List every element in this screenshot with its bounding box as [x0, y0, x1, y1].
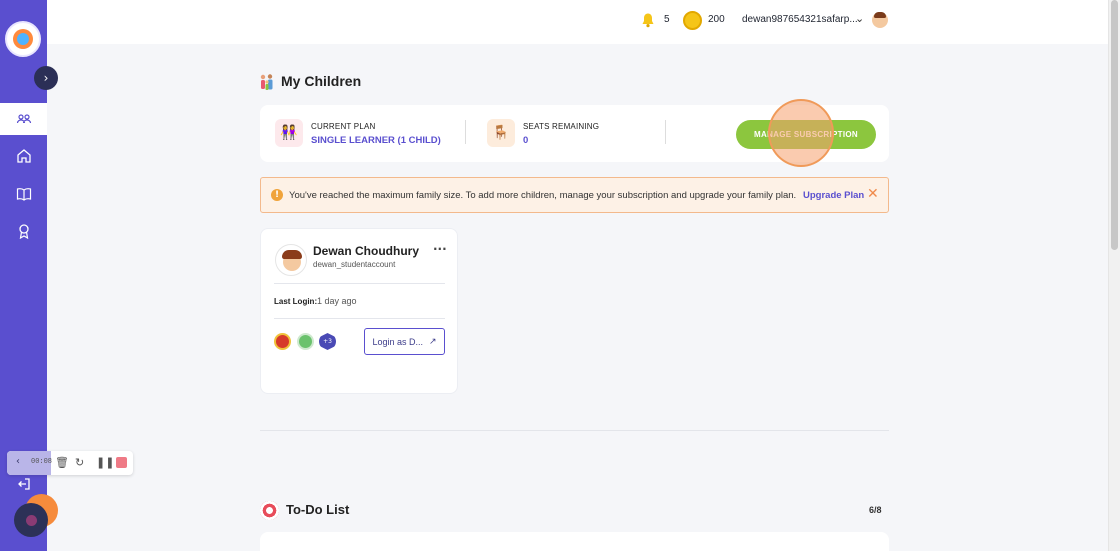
badge-icon — [274, 333, 291, 350]
target-icon — [260, 501, 279, 520]
child-username: dewan_studentaccount — [313, 260, 396, 269]
chevron-right-icon: › — [43, 71, 49, 85]
external-arrow-icon: ↗ — [428, 336, 437, 346]
scrollbar[interactable] — [1108, 0, 1120, 551]
divider — [665, 120, 666, 144]
restart-icon[interactable]: ↻ — [75, 456, 84, 469]
notification-count: 5 — [664, 14, 670, 25]
home-icon — [16, 149, 31, 163]
family-size-alert: ! You've reached the maximum family size… — [260, 177, 889, 213]
app-logo[interactable] — [5, 21, 41, 57]
top-header — [47, 0, 1108, 44]
child-card: Dewan Choudhury dewan_studentaccount ···… — [260, 228, 458, 394]
sidebar-item-achievements[interactable] — [0, 215, 47, 247]
divider — [274, 283, 445, 284]
scroll-thumb[interactable] — [1111, 0, 1118, 250]
current-plan-value: SINGLE LEARNER (1 CHILD) — [311, 135, 441, 146]
record-button[interactable] — [14, 503, 48, 537]
people-icon: 👭 — [275, 119, 303, 147]
user-avatar[interactable] — [872, 12, 888, 28]
current-plan-label: CURRENT PLAN — [311, 122, 376, 131]
seats-remaining-value: 0 — [523, 135, 529, 146]
award-icon — [18, 224, 29, 239]
username[interactable]: dewan987654321safarp... — [742, 14, 858, 25]
sidebar-item-library[interactable] — [0, 178, 47, 210]
coin-count: 200 — [708, 14, 725, 25]
todo-title: To-Do List — [286, 502, 350, 517]
family-icon — [260, 74, 273, 90]
divider — [274, 318, 445, 319]
book-icon — [16, 188, 31, 201]
users-icon — [16, 114, 31, 124]
warning-icon: ! — [271, 189, 283, 201]
login-as-child-button[interactable]: Login as D... ↗ — [364, 328, 445, 355]
more-badges: +3 — [319, 333, 336, 350]
logo-center — [17, 33, 29, 45]
screen-recorder: ‹ 00:08 🗑 ↻ ❚❚ — [7, 451, 133, 475]
child-name: Dewan Choudhury — [313, 244, 420, 258]
chevron-left-icon: ‹ — [16, 456, 20, 467]
chevron-down-icon[interactable]: ⌄ — [855, 12, 864, 25]
badge-icon — [297, 333, 314, 350]
alert-message: You've reached the maximum family size. … — [289, 190, 797, 201]
coin-icon — [683, 11, 702, 30]
sidebar-toggle-button[interactable]: › — [34, 66, 58, 90]
seats-remaining-label: SEATS REMAINING — [523, 122, 600, 131]
login-as-label: Login as D... — [372, 336, 423, 347]
upgrade-plan-link[interactable]: Upgrade Plan — [803, 190, 864, 201]
recorder-collapse-button[interactable]: ‹ 00:08 — [7, 451, 53, 475]
click-indicator — [768, 99, 834, 167]
last-login-label: Last Login: — [274, 297, 318, 306]
todo-card — [260, 532, 889, 551]
record-dot-icon — [25, 514, 37, 526]
close-icon[interactable]: ✕ — [867, 186, 879, 202]
divider — [465, 120, 466, 144]
page-title: My Children — [281, 73, 362, 89]
more-options-icon[interactable]: ··· — [433, 242, 447, 256]
pause-icon[interactable]: ❚❚ — [96, 456, 114, 469]
stop-icon[interactable] — [116, 457, 127, 468]
sidebar-item-children[interactable] — [0, 103, 47, 135]
trash-icon[interactable]: 🗑 — [55, 456, 69, 469]
recorder-time: 00:08 — [31, 458, 53, 466]
sidebar-item-home[interactable] — [0, 140, 47, 172]
avatar-hair — [282, 250, 302, 259]
todo-count: 6/8 — [869, 505, 882, 515]
last-login-value: 1 day ago — [317, 296, 357, 306]
section-divider — [260, 430, 889, 431]
logout-icon[interactable] — [17, 477, 31, 491]
seat-icon: 🪑 — [487, 119, 515, 147]
child-avatar — [275, 244, 307, 276]
bell-icon[interactable] — [640, 12, 656, 28]
